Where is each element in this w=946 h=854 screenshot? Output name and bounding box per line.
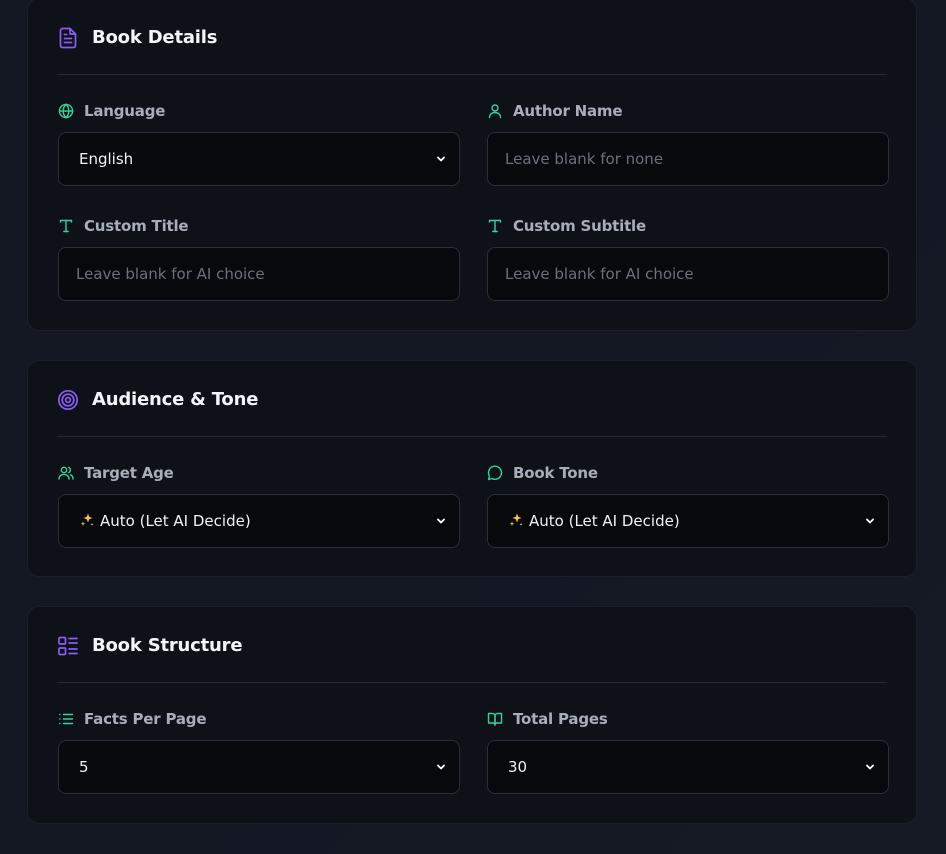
book-open-icon (487, 711, 503, 727)
book-tone-select-text: Auto (Let AI Decide) (529, 512, 680, 530)
section-title: Book Details (92, 27, 218, 48)
language-label-row: Language (58, 101, 460, 121)
book-details-header: Book Details (57, 1, 887, 75)
target-age-select-value: Auto (Let AI Decide) (79, 512, 435, 530)
custom-subtitle-field: Custom Subtitle Leave blank for AI choic… (487, 216, 889, 301)
author-name-label: Author Name (513, 102, 623, 120)
type-icon (487, 218, 503, 234)
total-pages-label-row: Total Pages (487, 709, 889, 729)
facts-per-page-label-row: Facts Per Page (58, 709, 460, 729)
chevron-down-icon (864, 761, 876, 773)
layout-list-icon (57, 635, 79, 657)
language-label: Language (84, 102, 166, 120)
custom-subtitle-label: Custom Subtitle (513, 217, 646, 235)
section-title: Audience & Tone (92, 389, 259, 410)
list-icon (58, 711, 74, 727)
author-name-input[interactable]: Leave blank for none (487, 132, 889, 186)
section-title: Book Structure (92, 635, 243, 656)
chevron-down-icon (864, 515, 876, 527)
book-details-card: Book Details Language English Author Nam… (27, 0, 917, 331)
custom-title-label: Custom Title (84, 217, 189, 235)
facts-per-page-select[interactable]: 5 (58, 740, 460, 794)
book-tone-label: Book Tone (513, 464, 598, 482)
document-icon (57, 27, 79, 49)
chevron-down-icon (435, 153, 447, 165)
custom-subtitle-input[interactable]: Leave blank for AI choice (487, 247, 889, 301)
audience-tone-card: Audience & Tone Target Age Auto (Let AI … (27, 360, 917, 577)
target-icon (57, 389, 79, 411)
book-structure-header: Book Structure (57, 609, 887, 683)
page: Book Details Language English Author Nam… (0, 0, 946, 854)
custom-subtitle-label-row: Custom Subtitle (487, 216, 889, 236)
users-icon (58, 465, 74, 481)
book-tone-select-value: Auto (Let AI Decide) (508, 512, 864, 530)
total-pages-label: Total Pages (513, 710, 608, 728)
chevron-down-icon (435, 761, 447, 773)
target-age-select[interactable]: Auto (Let AI Decide) (58, 494, 460, 548)
facts-per-page-label: Facts Per Page (84, 710, 207, 728)
type-icon (58, 218, 74, 234)
language-select[interactable]: English (58, 132, 460, 186)
custom-subtitle-placeholder: Leave blank for AI choice (505, 265, 694, 283)
language-select-value: English (79, 150, 134, 168)
author-name-placeholder: Leave blank for none (505, 150, 664, 168)
target-age-field: Target Age Auto (Let AI Decide) (58, 463, 460, 548)
custom-title-placeholder: Leave blank for AI choice (76, 265, 265, 283)
facts-per-page-select-value: 5 (79, 758, 89, 776)
total-pages-field: Total Pages 30 (487, 709, 889, 794)
user-icon (487, 103, 503, 119)
sparkles-icon (509, 513, 523, 526)
custom-title-input[interactable]: Leave blank for AI choice (58, 247, 460, 301)
chevron-down-icon (435, 515, 447, 527)
target-age-select-text: Auto (Let AI Decide) (100, 512, 251, 530)
total-pages-select[interactable]: 30 (487, 740, 889, 794)
book-structure-card: Book Structure Facts Per Page 5 Total Pa… (27, 606, 917, 824)
author-name-label-row: Author Name (487, 101, 889, 121)
sparkles-icon (80, 513, 94, 526)
facts-per-page-field: Facts Per Page 5 (58, 709, 460, 794)
target-age-label: Target Age (84, 464, 174, 482)
target-age-label-row: Target Age (58, 463, 460, 483)
book-tone-select[interactable]: Auto (Let AI Decide) (487, 494, 889, 548)
custom-title-field: Custom Title Leave blank for AI choice (58, 216, 460, 301)
globe-icon (58, 103, 74, 119)
total-pages-select-value: 30 (508, 758, 528, 776)
custom-title-label-row: Custom Title (58, 216, 460, 236)
author-name-field: Author Name Leave blank for none (487, 101, 889, 186)
message-circle-icon (487, 465, 503, 481)
language-field: Language English (58, 101, 460, 186)
book-tone-label-row: Book Tone (487, 463, 889, 483)
audience-tone-header: Audience & Tone (57, 363, 887, 437)
book-tone-field: Book Tone Auto (Let AI Decide) (487, 463, 889, 548)
